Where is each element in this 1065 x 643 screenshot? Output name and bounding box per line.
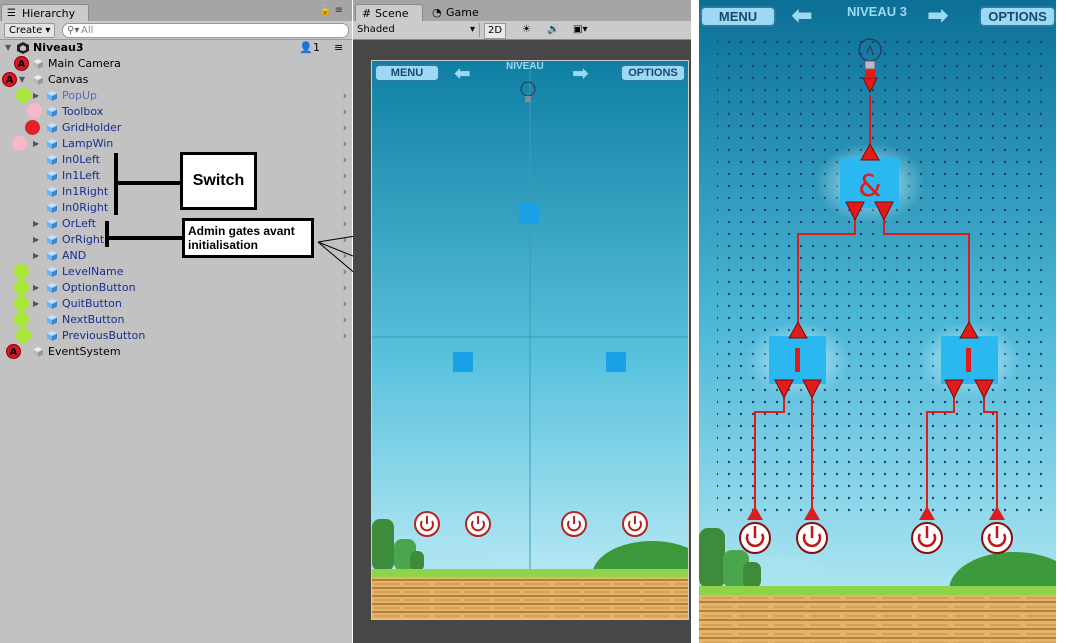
options-button[interactable]: OPTIONS [979, 6, 1056, 27]
level-title: NIVEAU 3 [847, 4, 907, 19]
orright-gate-placeholder[interactable] [606, 352, 626, 372]
pipe-1 [699, 528, 725, 588]
scene-toolbar: Shaded ▾ 2D ☀ 🔊 ▣▾ [353, 21, 691, 40]
grass [699, 586, 1056, 595]
scene-level-title: NIVEAU [506, 61, 544, 72]
arrow-right-icon[interactable]: ➡ [927, 1, 949, 31]
power-button-icon[interactable] [561, 511, 587, 537]
menu-button[interactable]: MENU [700, 6, 776, 27]
or-gate-right[interactable] [917, 320, 1021, 400]
grass [372, 569, 688, 577]
scene-view[interactable]: MENU ⬅ NIVEAU ➡ OPTIONS [371, 60, 689, 620]
game-canvas: & [699, 0, 1056, 643]
and-gate-symbol: & [858, 169, 881, 204]
game-view[interactable]: & MENU ⬅ NIVEAU 3 ➡ OPTIONS [699, 0, 1056, 643]
pipe-3 [410, 551, 424, 571]
tab-scene-label: Scene [375, 7, 409, 20]
or-gate-left[interactable] [746, 320, 850, 400]
tab-game[interactable]: ◔ Game [429, 4, 489, 21]
audio-icon[interactable]: 🔊 [547, 23, 559, 37]
pacman-icon: ◔ [432, 6, 442, 19]
image-icon[interactable]: ▣▾ [573, 23, 587, 37]
scene-menu-button[interactable]: MENU [374, 64, 440, 82]
arrow-left-icon[interactable]: ⬅ [454, 61, 471, 85]
scene-canvas [372, 61, 688, 619]
shading-dropdown[interactable]: Shaded ▾ [357, 23, 480, 37]
wood-ground [372, 577, 688, 619]
pipe-1 [372, 519, 394, 571]
toggle-2d[interactable]: 2D [484, 23, 506, 39]
orleft-gate-placeholder[interactable] [453, 352, 473, 372]
shading-label: Shaded [357, 24, 395, 35]
pipe-3 [743, 562, 761, 588]
arrow-right-icon[interactable]: ➡ [572, 61, 589, 85]
wood-ground [699, 595, 1056, 643]
power-button-icon[interactable] [465, 511, 491, 537]
sun-icon[interactable]: ☀ [522, 23, 531, 37]
scene-tabbar: # Scene ◔ Game [353, 0, 691, 22]
grid-icon: # [362, 7, 372, 20]
arrow-left-icon[interactable]: ⬅ [791, 1, 813, 31]
scene-options-button[interactable]: OPTIONS [620, 64, 686, 82]
tab-scene[interactable]: # Scene [355, 4, 423, 22]
chevron-down-icon: ▾ [469, 24, 475, 35]
tab-game-label: Game [446, 6, 479, 19]
and-gate[interactable]: & [815, 142, 925, 223]
scene-panel: # Scene ◔ Game Shaded ▾ 2D ☀ 🔊 ▣▾ MENU ⬅… [353, 0, 691, 643]
and-gate-placeholder[interactable] [519, 204, 539, 224]
power-button-icon[interactable] [622, 511, 648, 537]
power-button-icon[interactable] [414, 511, 440, 537]
